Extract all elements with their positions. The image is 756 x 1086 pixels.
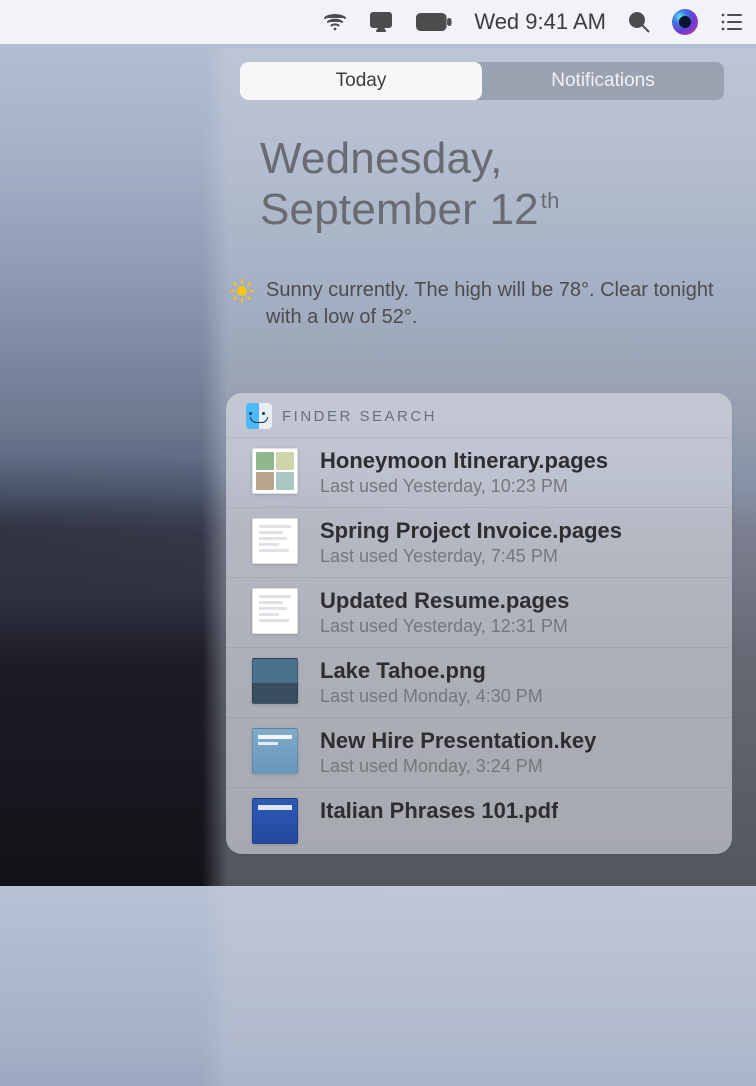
file-name: Italian Phrases 101.pdf [320,798,558,824]
file-thumbnail [252,728,298,774]
file-subtitle: Last used Yesterday, 7:45 PM [320,546,622,567]
file-name: Honeymoon Itinerary.pages [320,448,608,474]
file-name: New Hire Presentation.key [320,728,596,754]
file-meta: New Hire Presentation.keyLast used Monda… [320,728,596,777]
segmented-control: Today Notifications [240,62,724,100]
file-name: Lake Tahoe.png [320,658,543,684]
file-thumbnail [252,588,298,634]
battery-icon[interactable] [414,9,454,35]
tab-label: Today [336,70,387,92]
file-thumbnail [252,798,298,844]
file-thumbnail [252,518,298,564]
weather-text: Sunny currently. The high will be 78°. C… [266,277,714,331]
file-thumbnail [252,448,298,494]
file-subtitle: Last used Monday, 4:30 PM [320,686,543,707]
file-name: Updated Resume.pages [320,588,569,614]
date-main: September 12 [260,185,539,234]
file-row[interactable]: New Hire Presentation.keyLast used Monda… [226,717,732,787]
tab-notifications[interactable]: Notifications [482,62,724,100]
tab-label: Notifications [551,70,655,92]
siri-icon[interactable] [672,9,698,35]
sun-icon [230,279,258,311]
tab-today[interactable]: Today [240,62,482,100]
file-name: Spring Project Invoice.pages [320,518,622,544]
date-ordinal: th [541,188,560,213]
file-subtitle: Last used Yesterday, 10:23 PM [320,476,608,497]
finder-icon [246,403,272,429]
menu-bar: Wed 9:41 AM [0,0,756,44]
file-row[interactable]: Updated Resume.pagesLast used Yesterday,… [226,577,732,647]
widget-header: FINDER SEARCH [226,403,732,437]
file-row[interactable]: Lake Tahoe.pngLast used Monday, 4:30 PM [226,647,732,717]
file-meta: Italian Phrases 101.pdf [320,798,558,824]
spotlight-icon[interactable] [626,9,652,35]
notification-center-panel: Today Notifications Wednesday, September… [220,48,744,886]
file-meta: Spring Project Invoice.pagesLast used Ye… [320,518,622,567]
file-list: Honeymoon Itinerary.pagesLast used Yeste… [226,437,732,854]
notification-center-icon[interactable] [718,9,744,35]
file-meta: Honeymoon Itinerary.pagesLast used Yeste… [320,448,608,497]
date-line-1: Wednesday, [260,134,724,185]
widget-title: FINDER SEARCH [282,408,437,425]
weather-summary: Sunny currently. The high will be 78°. C… [220,277,744,331]
finder-search-widget: FINDER SEARCH Honeymoon Itinerary.pagesL… [226,393,732,854]
date-line-2: September 12th [260,185,724,236]
file-row[interactable]: Spring Project Invoice.pagesLast used Ye… [226,507,732,577]
airplay-icon[interactable] [368,9,394,35]
file-row[interactable]: Italian Phrases 101.pdf [226,787,732,854]
menu-clock[interactable]: Wed 9:41 AM [474,9,606,35]
file-subtitle: Last used Monday, 3:24 PM [320,756,596,777]
file-meta: Lake Tahoe.pngLast used Monday, 4:30 PM [320,658,543,707]
date-heading: Wednesday, September 12th [220,134,744,235]
file-meta: Updated Resume.pagesLast used Yesterday,… [320,588,569,637]
wifi-icon[interactable] [322,9,348,35]
file-thumbnail [252,658,298,704]
file-row[interactable]: Honeymoon Itinerary.pagesLast used Yeste… [226,437,732,507]
file-subtitle: Last used Yesterday, 12:31 PM [320,616,569,637]
